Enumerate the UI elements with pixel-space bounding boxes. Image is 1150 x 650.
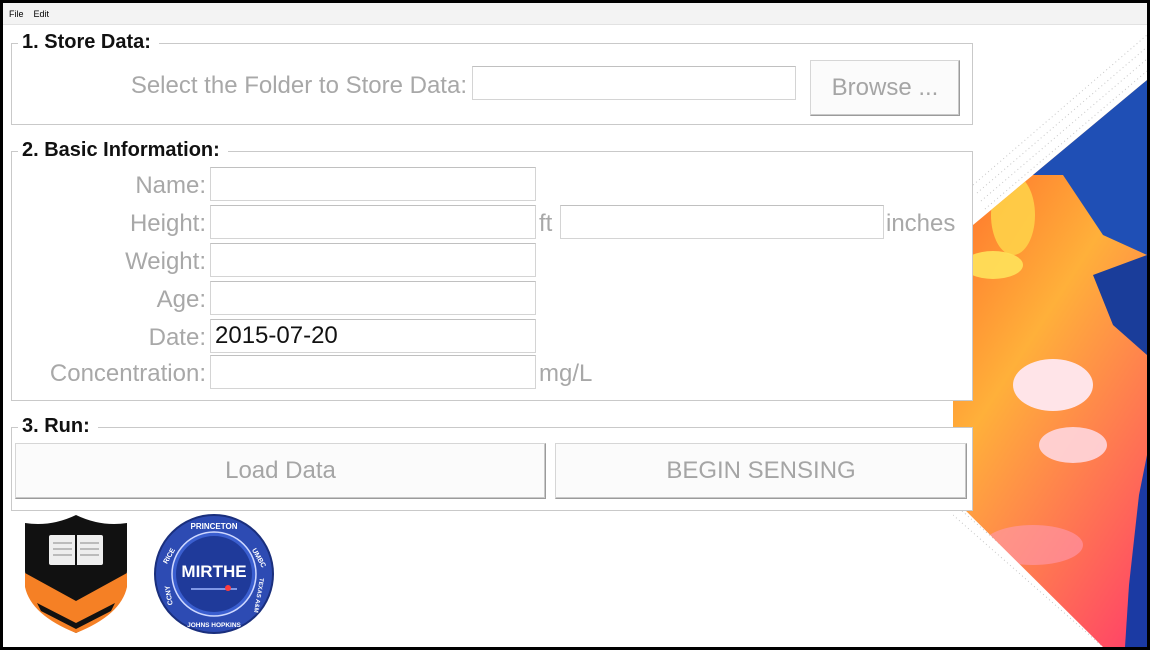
age-input[interactable]	[210, 281, 536, 315]
height-ft-input[interactable]	[210, 205, 536, 239]
begin-sensing-button[interactable]: BEGIN SENSING	[555, 443, 967, 499]
app-window: File Edit 1. Store Data: Select the Fold…	[0, 0, 1150, 650]
date-label: Date:	[148, 324, 206, 351]
concentration-input[interactable]	[210, 355, 536, 389]
store-data-group: 1. Store Data: Select the Folder to Stor…	[11, 31, 973, 125]
concentration-unit: mg/L	[539, 360, 593, 387]
run-group: 3. Run: Load Data BEGIN SENSING	[11, 415, 973, 511]
date-input[interactable]	[210, 319, 536, 353]
height-ft-unit: ft	[539, 210, 553, 237]
mirthe-logo: PRINCETON UMBC TEXAS A&M JOHNS HOPKINS C…	[154, 514, 274, 634]
weight-label: Weight:	[125, 248, 206, 275]
menu-edit[interactable]: Edit	[34, 9, 50, 19]
basic-info-title: 2. Basic Information:	[18, 139, 228, 162]
height-in-input[interactable]	[560, 205, 884, 239]
name-input[interactable]	[210, 167, 536, 201]
concentration-label: Concentration:	[49, 360, 206, 387]
basic-info-group: 2. Basic Information: Name: Height: ft i…	[11, 139, 973, 401]
folder-input[interactable]	[472, 66, 796, 100]
run-title: 3. Run:	[18, 415, 98, 438]
weight-input[interactable]	[210, 243, 536, 277]
mirthe-ring-jhu: JOHNS HOPKINS	[187, 622, 241, 629]
height-label: Height:	[129, 210, 206, 237]
mirthe-text: MIRTHE	[181, 562, 246, 581]
browse-button[interactable]: Browse ...	[810, 60, 960, 116]
load-data-button[interactable]: Load Data	[15, 443, 546, 499]
menu-bar: File Edit	[3, 3, 1147, 25]
thermal-image	[953, 34, 1147, 647]
name-label: Name:	[135, 172, 206, 199]
age-label: Age:	[156, 286, 206, 313]
menu-file[interactable]: File	[9, 9, 24, 19]
store-data-title: 1. Store Data:	[18, 31, 159, 54]
mirthe-ring-princeton: PRINCETON	[191, 522, 238, 531]
height-in-unit: inches	[886, 210, 956, 237]
princeton-shield-logo	[25, 515, 127, 633]
folder-label: Select the Folder to Store Data:	[130, 72, 467, 99]
